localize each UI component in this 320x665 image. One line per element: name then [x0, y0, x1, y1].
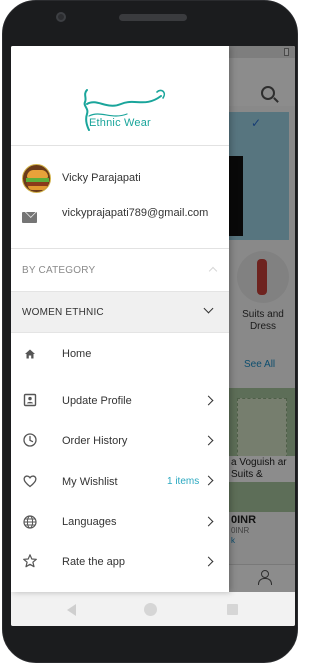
phone-body: ✓ Suits and Dress See All a Voguish ar S…: [2, 0, 298, 663]
category-section-label: BY CATEGORY: [22, 265, 96, 276]
category-dropdown-label: WOMEN ETHNIC: [22, 307, 104, 318]
recents-icon[interactable]: [227, 604, 238, 615]
system-nav-bar: [11, 592, 295, 626]
menu-label-rate-the-app: Rate the app: [62, 556, 125, 568]
avatar-bun: [27, 170, 48, 178]
star-icon: [23, 554, 37, 568]
heart-icon: [23, 475, 37, 488]
globe-icon: [23, 515, 37, 529]
menu-item-languages[interactable]: [11, 503, 229, 543]
navigation-drawer: Ethnic Wear Vicky Parajapati vickyprajap…: [11, 46, 229, 592]
drawer-header: Ethnic Wear: [11, 46, 229, 146]
menu-label-home: Home: [62, 348, 92, 360]
front-camera: [56, 12, 66, 22]
device-screen: ✓ Suits and Dress See All a Voguish ar S…: [11, 46, 295, 626]
home-button-icon[interactable]: [144, 603, 157, 616]
wishlist-count-badge: 1 items: [167, 476, 200, 487]
back-icon[interactable]: [67, 604, 76, 616]
menu-label-update-profile: Update Profile: [62, 395, 132, 407]
user-name: Vicky Parajapati: [62, 172, 141, 184]
avatar-bun-bottom: [28, 186, 47, 190]
home-icon: [25, 349, 35, 359]
mail-icon: [22, 212, 37, 223]
earpiece-speaker: [119, 14, 187, 21]
menu-label-my-wishlist: My Wishlist: [62, 476, 118, 488]
menu-label-languages: Languages: [62, 516, 117, 528]
menu-label-order-history: Order History: [62, 435, 128, 447]
user-email: vickyprajapati789@gmail.com: [62, 207, 209, 219]
profile-card-icon: [23, 393, 37, 407]
logo-text: Ethnic Wear: [89, 117, 151, 129]
phone-frame: ✓ Suits and Dress See All a Voguish ar S…: [0, 0, 300, 665]
clock-icon: [23, 433, 37, 447]
menu-item-home[interactable]: [11, 339, 229, 379]
avatar[interactable]: [22, 164, 51, 193]
